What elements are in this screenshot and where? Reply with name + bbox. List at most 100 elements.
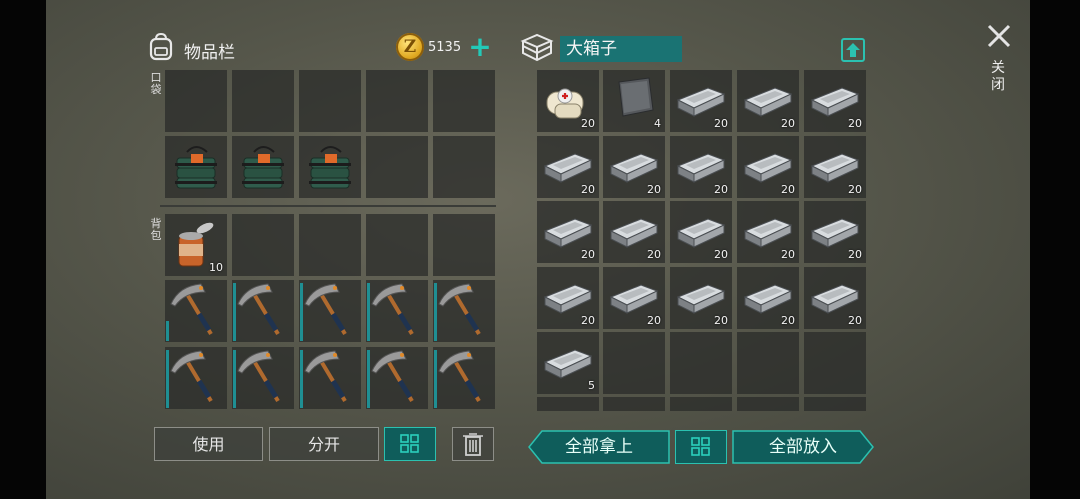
container-slot[interactable]	[603, 332, 665, 394]
backpack-label: 背包	[150, 217, 162, 242]
pocket-slot[interactable]	[366, 70, 428, 132]
backpack-slot[interactable]	[165, 280, 227, 342]
take-all-button[interactable]: 全部拿上	[528, 430, 670, 464]
pocket-slot[interactable]	[433, 136, 495, 198]
container-slot[interactable]: 20	[804, 70, 866, 132]
backpack-slot[interactable]	[433, 214, 495, 276]
pocket-slot[interactable]	[366, 136, 428, 198]
item-quantity: 20	[848, 117, 862, 130]
backpack-slot[interactable]	[366, 347, 428, 409]
container-slot[interactable]: 20	[804, 201, 866, 263]
item-quantity: 20	[581, 314, 595, 327]
item-quantity: 20	[581, 248, 595, 261]
use-button[interactable]: 使用	[154, 427, 263, 461]
upload-icon[interactable]	[840, 37, 866, 63]
container-slot[interactable]: 20	[537, 136, 599, 198]
container-slot[interactable]: 20	[804, 136, 866, 198]
backpack-slot[interactable]	[366, 214, 428, 276]
item-quantity: 20	[781, 314, 795, 327]
sort-container-button[interactable]	[675, 430, 727, 464]
take-all-label: 全部拿上	[565, 437, 633, 457]
backpack-slot[interactable]	[299, 347, 361, 409]
container-slot[interactable]: 20	[804, 267, 866, 329]
trash-icon	[463, 433, 483, 456]
container-slot[interactable]: 20	[670, 201, 732, 263]
close-icon[interactable]	[985, 22, 1013, 50]
item-quantity: 20	[848, 183, 862, 196]
container-slot[interactable]: 20	[670, 70, 732, 132]
container-slot[interactable]: 20	[737, 201, 799, 263]
grenade-bundle-icon	[175, 146, 217, 189]
screen-edge-right	[1030, 0, 1080, 499]
add-money-button[interactable]: +	[466, 33, 494, 62]
container-slot[interactable]: 20	[670, 136, 732, 198]
screen-edge-left	[0, 0, 46, 499]
backpack-slot[interactable]: 10	[165, 214, 227, 276]
split-button[interactable]: 分开	[269, 427, 379, 461]
durability-bar	[367, 283, 370, 341]
pocket-slot[interactable]	[299, 136, 361, 198]
close-label[interactable]: 关闭	[990, 60, 1006, 94]
backpack-slot[interactable]	[366, 280, 428, 342]
container-slot[interactable]	[804, 397, 866, 411]
item-quantity: 20	[581, 183, 595, 196]
pickaxe-icon	[304, 350, 347, 403]
inventory-title: 物品栏	[184, 43, 235, 63]
put-all-label: 全部放入	[769, 437, 837, 457]
item-quantity: 20	[848, 314, 862, 327]
container-slot[interactable]: 4	[603, 70, 665, 132]
pickaxe-icon	[237, 283, 280, 336]
container-slot[interactable]	[804, 332, 866, 394]
pocket-slot[interactable]	[299, 70, 361, 132]
container-slot[interactable]	[670, 397, 732, 411]
durability-bar	[166, 321, 169, 341]
durability-bar	[233, 283, 236, 341]
backpack-slot[interactable]	[232, 347, 294, 409]
pocket-slot[interactable]	[232, 70, 294, 132]
backpack-slot[interactable]	[433, 347, 495, 409]
discard-button[interactable]	[452, 427, 494, 461]
pocket-slot[interactable]	[433, 70, 495, 132]
container-slot[interactable]: 20	[670, 267, 732, 329]
item-quantity: 20	[781, 183, 795, 196]
backpack-slot[interactable]	[299, 214, 361, 276]
durability-bar	[300, 350, 303, 408]
pocket-label: 口袋	[150, 71, 162, 96]
container-slot[interactable]: 20	[603, 136, 665, 198]
container-slot[interactable]: 20	[737, 267, 799, 329]
backpack-slot[interactable]	[232, 280, 294, 342]
backpack-slot[interactable]	[433, 280, 495, 342]
grid-icon	[691, 437, 710, 456]
container-slot[interactable]	[737, 397, 799, 411]
container-slot[interactable]: 20	[537, 201, 599, 263]
pickaxe-icon	[237, 350, 280, 403]
container-slot[interactable]	[737, 332, 799, 394]
container-slot[interactable]: 20	[537, 70, 599, 132]
pickaxe-icon	[438, 283, 481, 336]
container-slot[interactable]: 20	[603, 267, 665, 329]
pocket-slot[interactable]	[165, 136, 227, 198]
container-slot[interactable]	[670, 332, 732, 394]
coin-icon: Z	[396, 33, 424, 61]
item-quantity: 20	[647, 314, 661, 327]
container-slot[interactable]: 20	[537, 267, 599, 329]
container-slot[interactable]: 5	[537, 332, 599, 394]
chest-icon	[520, 33, 554, 62]
backpack-slot[interactable]	[232, 214, 294, 276]
money-amount: 5135	[428, 40, 462, 55]
container-slot[interactable]: 20	[737, 136, 799, 198]
item-quantity: 10	[209, 261, 223, 274]
put-all-button[interactable]: 全部放入	[732, 430, 874, 464]
pickaxe-icon	[371, 350, 414, 403]
backpack-slot[interactable]	[299, 280, 361, 342]
durability-bar	[166, 350, 169, 408]
container-slot[interactable]: 20	[737, 70, 799, 132]
pocket-slot[interactable]	[165, 70, 227, 132]
sort-button[interactable]	[384, 427, 436, 461]
pocket-slot[interactable]	[232, 136, 294, 198]
container-slot[interactable]	[537, 397, 599, 411]
container-slot[interactable]	[603, 397, 665, 411]
game-screen: 物品栏 Z 5135 + 口袋 背包 10 大箱子 20 4 20 20 20 …	[0, 0, 1080, 499]
container-slot[interactable]: 20	[603, 201, 665, 263]
backpack-slot[interactable]	[165, 347, 227, 409]
